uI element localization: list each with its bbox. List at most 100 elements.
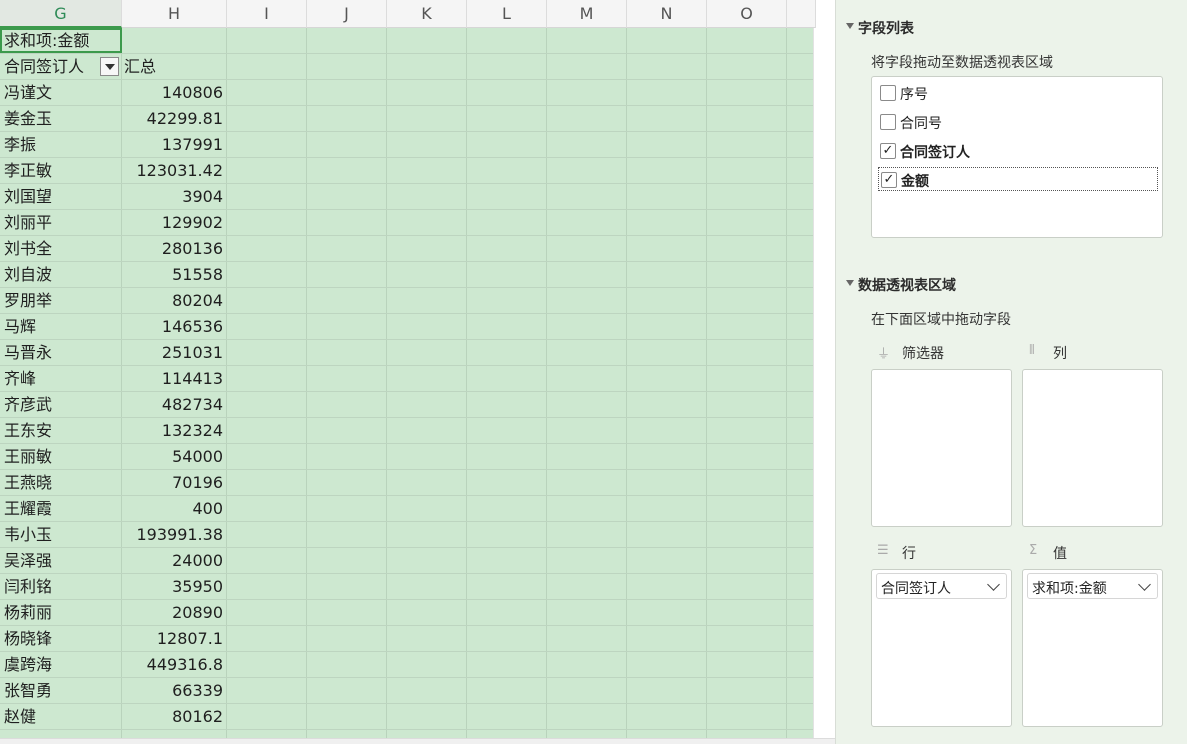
amount-total-cell[interactable]: 140806 (122, 80, 223, 106)
value-field-item-label: 求和项:金额 (1032, 581, 1107, 597)
chevron-down-icon[interactable] (1138, 578, 1151, 591)
field-item-seq[interactable]: 序号 (878, 81, 1158, 105)
signer-name-cell[interactable]: 王东安 (4, 418, 116, 444)
field-item-contract-no[interactable]: 合同号 (878, 110, 1158, 134)
amount-total-cell[interactable]: 449316.8 (122, 652, 223, 678)
amount-total-cell[interactable]: 24000 (122, 548, 223, 574)
collapse-triangle-icon[interactable] (846, 280, 854, 286)
signer-name-cell[interactable]: 刘书全 (4, 236, 116, 262)
signer-name-cell[interactable]: 杨晓锋 (4, 626, 116, 652)
signer-name-cell[interactable]: 罗朋举 (4, 288, 116, 314)
amount-total-cell[interactable]: 137991 (122, 132, 223, 158)
filter-drop-area[interactable] (871, 369, 1012, 527)
spreadsheet[interactable]: G H I J K L M N O 求和项:金额 合同签订人 汇总 冯谨文 14… (0, 0, 816, 744)
signer-name-cell[interactable]: 李正敏 (4, 158, 116, 184)
scroll-down-arrow-icon[interactable]: ▼ (814, 714, 816, 730)
signer-name-cell[interactable]: 冯谨文 (4, 80, 116, 106)
amount-total-cell[interactable]: 400 (122, 496, 223, 522)
column-header-h[interactable]: H (122, 0, 227, 28)
value-drop-area[interactable]: 求和项:金额 (1022, 569, 1163, 727)
amount-total-cell[interactable]: 129902 (122, 210, 223, 236)
signer-name-cell[interactable]: 韦小玉 (4, 522, 116, 548)
column-drop-area[interactable] (1022, 369, 1163, 527)
signer-name-cell[interactable]: 姜金玉 (4, 106, 116, 132)
pivot-field-panel: 字段列表 将字段拖动至数据透视表区域 序号 合同号 ✓ 合同签订人 ✓ 金额 数… (835, 0, 1187, 744)
field-checkbox-checked[interactable]: ✓ (880, 143, 896, 159)
cell-grid[interactable]: 求和项:金额 合同签订人 汇总 冯谨文 140806 姜金玉 42299.81 李振 13… (0, 28, 816, 744)
signer-name-cell[interactable]: 李振 (4, 132, 116, 158)
column-header-bar: G H I J K L M N O (0, 0, 816, 28)
amount-total-cell[interactable]: 42299.81 (122, 106, 223, 132)
field-list-hint: 将字段拖动至数据透视表区域 (871, 55, 1053, 71)
column-header-o[interactable]: O (707, 0, 787, 28)
amount-total-cell[interactable]: 123031.42 (122, 158, 223, 184)
amount-total-cell[interactable]: 3904 (122, 184, 223, 210)
signer-name-cell[interactable]: 赵健 (4, 704, 116, 730)
column-header-i[interactable]: I (227, 0, 307, 28)
sigma-icon: Σ (1029, 543, 1038, 558)
amount-total-cell[interactable]: 193991.38 (122, 522, 223, 548)
signer-name-cell[interactable]: 齐彦武 (4, 392, 116, 418)
field-checkbox[interactable] (880, 85, 896, 101)
signer-name-cell[interactable]: 杨莉丽 (4, 600, 116, 626)
vertical-scrollbar[interactable]: ▲ ▼ (813, 28, 816, 738)
signer-name-cell[interactable]: 马辉 (4, 314, 116, 340)
column-header-n[interactable]: N (627, 0, 707, 28)
amount-total-cell[interactable]: 66339 (122, 678, 223, 704)
amount-total-cell[interactable]: 482734 (122, 392, 223, 418)
amount-total-cell[interactable]: 114413 (122, 366, 223, 392)
signer-name-cell[interactable]: 齐峰 (4, 366, 116, 392)
field-list-box[interactable]: 序号 合同号 ✓ 合同签订人 ✓ 金额 (871, 76, 1163, 238)
filter-dropdown-button[interactable] (100, 57, 119, 76)
signer-name-cell[interactable]: 王燕晓 (4, 470, 116, 496)
value-field-item[interactable]: 求和项:金额 (1027, 573, 1158, 599)
signer-name-cell[interactable]: 张智勇 (4, 678, 116, 704)
field-label: 合同签订人 (900, 145, 970, 161)
value-area-label: 值 (1053, 546, 1067, 562)
collapse-triangle-icon[interactable] (846, 23, 854, 29)
amount-total-cell[interactable]: 20890 (122, 600, 223, 626)
amount-total-cell[interactable]: 251031 (122, 340, 223, 366)
signer-name-cell[interactable]: 吴泽强 (4, 548, 116, 574)
signer-name-cell[interactable]: 刘国望 (4, 184, 116, 210)
row-drop-area[interactable]: 合同签订人 (871, 569, 1012, 727)
row-field-item[interactable]: 合同签订人 (876, 573, 1007, 599)
amount-total-cell[interactable]: 35950 (122, 574, 223, 600)
chevron-down-icon[interactable] (987, 578, 1000, 591)
field-item-amount[interactable]: ✓ 金额 (878, 167, 1158, 191)
signer-name-cell[interactable]: 马晋永 (4, 340, 116, 366)
total-header-cell[interactable]: 汇总 (124, 54, 214, 80)
column-area-label: 列 (1053, 346, 1067, 362)
signer-name-cell[interactable]: 虞跨海 (4, 652, 116, 678)
horizontal-scrollbar[interactable] (0, 738, 835, 744)
signer-name-cell[interactable]: 闫利铭 (4, 574, 116, 600)
signer-name-cell[interactable]: 王丽敏 (4, 444, 116, 470)
row-field-item-label: 合同签订人 (881, 581, 951, 597)
rows-icon: ☰ (877, 543, 889, 558)
signer-name-cell[interactable]: 刘丽平 (4, 210, 116, 236)
scroll-up-arrow-icon[interactable]: ▲ (814, 44, 816, 60)
amount-total-cell[interactable]: 54000 (122, 444, 223, 470)
column-header-j[interactable]: J (307, 0, 387, 28)
field-checkbox-checked[interactable]: ✓ (881, 172, 897, 188)
column-header-m[interactable]: M (547, 0, 627, 28)
amount-total-cell[interactable]: 132324 (122, 418, 223, 444)
amount-total-cell[interactable]: 51558 (122, 262, 223, 288)
row-area-label: 行 (902, 546, 916, 562)
columns-icon: ⦀ (1029, 343, 1035, 358)
amount-total-cell[interactable]: 80162 (122, 704, 223, 730)
amount-total-cell[interactable]: 12807.1 (122, 626, 223, 652)
column-header-p[interactable] (787, 0, 816, 28)
filter-funnel-icon: ⏚ (877, 347, 891, 362)
column-header-k[interactable]: K (387, 0, 467, 28)
field-checkbox[interactable] (880, 114, 896, 130)
amount-total-cell[interactable]: 70196 (122, 470, 223, 496)
signer-name-cell[interactable]: 刘自波 (4, 262, 116, 288)
column-header-l[interactable]: L (467, 0, 547, 28)
column-header-g[interactable]: G (0, 0, 122, 28)
amount-total-cell[interactable]: 146536 (122, 314, 223, 340)
field-item-signer[interactable]: ✓ 合同签订人 (878, 139, 1158, 163)
amount-total-cell[interactable]: 80204 (122, 288, 223, 314)
signer-name-cell[interactable]: 王耀霞 (4, 496, 116, 522)
amount-total-cell[interactable]: 280136 (122, 236, 223, 262)
